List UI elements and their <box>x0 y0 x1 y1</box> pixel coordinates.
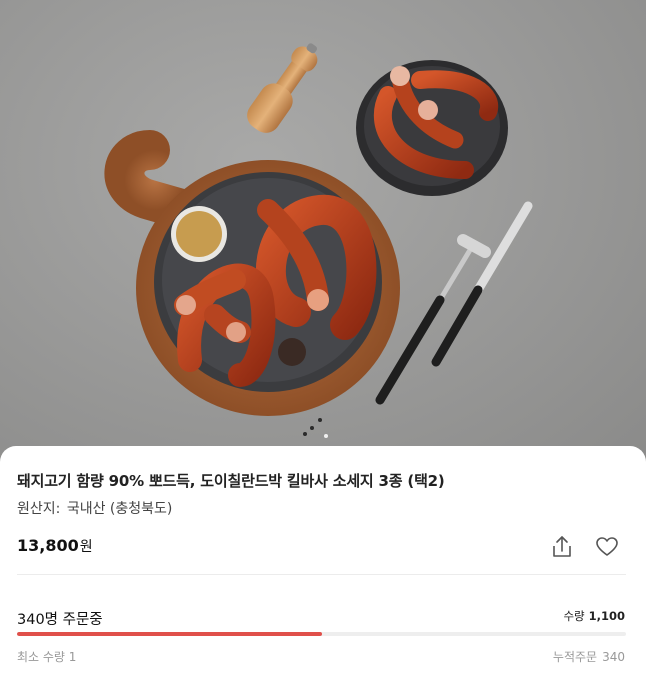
cumulative-label: 누적주문 <box>552 650 598 664</box>
product-title: 돼지고기 함량 90% 뽀드득, 도이칠란드박 킬바사 소세지 3종 (택2) <box>17 472 445 490</box>
cumulative-orders: 누적주문 340 <box>553 648 625 665</box>
order-progress-bar <box>17 632 626 636</box>
price: 13,800원 <box>17 536 93 556</box>
cumulative-value: 340 <box>602 650 625 664</box>
minimum-quantity: 최소 수량 1 <box>17 650 77 664</box>
product-info-card: 돼지고기 함량 90% 뽀드득, 도이칠란드박 킬바사 소세지 3종 (택2) … <box>0 446 646 674</box>
product-image <box>0 0 646 470</box>
quantity-value: 1,100 <box>588 609 625 623</box>
origin-value: 국내산 (충청북도) <box>66 501 173 517</box>
ordering-count: 340명 주문중 <box>17 612 103 628</box>
heart-icon <box>596 537 618 556</box>
quantity-info: 수량 1,100 <box>563 608 625 624</box>
origin-info: 원산지: 국내산 (충청북도) <box>17 498 172 518</box>
like-button[interactable] <box>594 534 620 560</box>
share-button[interactable] <box>549 534 575 560</box>
origin-label: 원산지: <box>17 501 61 517</box>
price-number: 13,800 <box>17 536 79 555</box>
order-progress-fill <box>17 632 322 636</box>
quantity-label: 수량 <box>563 609 585 623</box>
divider <box>17 574 626 575</box>
sausage-photo <box>104 43 533 438</box>
price-unit: 원 <box>79 539 93 555</box>
share-icon <box>553 536 571 557</box>
